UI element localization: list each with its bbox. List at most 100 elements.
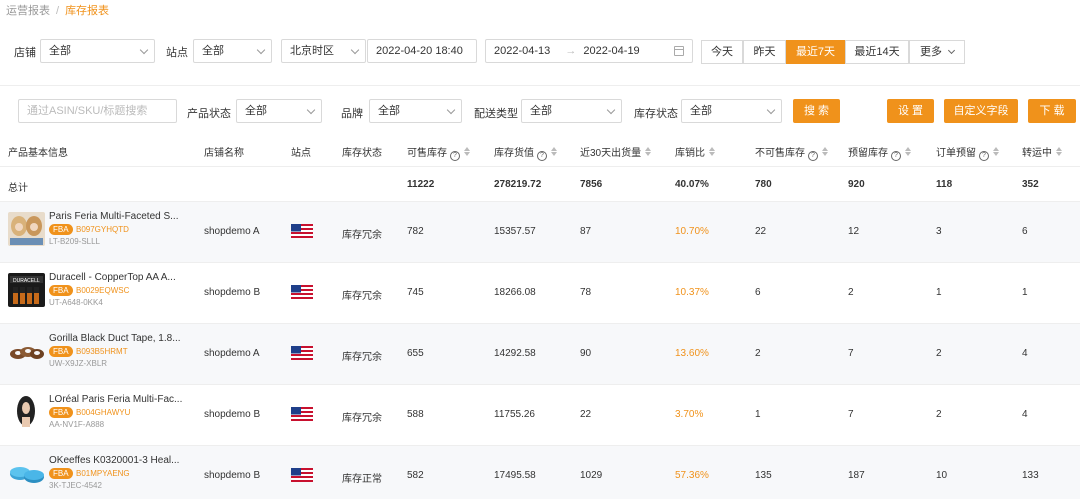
range-arrow: → — [565, 45, 577, 57]
custom-fields-button[interactable]: 自定义字段 — [944, 99, 1018, 123]
sku-text: LT-B209-SLLL — [49, 237, 100, 246]
asin-link[interactable]: B097GYHQTD — [76, 224, 129, 235]
download-button[interactable]: 下 载 — [1028, 99, 1076, 123]
brand-select[interactable]: 全部 — [369, 99, 462, 123]
th-transit[interactable]: 转运中 — [1022, 144, 1062, 159]
fba-badge: FBA — [49, 224, 73, 235]
help-icon[interactable]: ? — [891, 151, 901, 161]
total-sellable: 11222 — [407, 179, 435, 190]
product-name[interactable]: Gorilla Black Duct Tape, 1.8... — [49, 333, 189, 344]
shop-select[interactable]: 全部 — [40, 39, 155, 63]
search-button[interactable]: 搜 索 — [793, 99, 840, 123]
stock-value: 17495.58 — [494, 470, 536, 481]
hair-dye-icon[interactable] — [8, 212, 45, 246]
asin-link[interactable]: B004GHAWYU — [76, 407, 130, 418]
table-row[interactable]: OKeeffes K0320001-3 Heal... FBA B01MPYAE… — [0, 446, 1080, 499]
sort-icon[interactable] — [551, 147, 557, 156]
help-icon[interactable]: ? — [450, 151, 460, 161]
chevron-down-icon — [350, 45, 360, 55]
calendar-icon — [674, 46, 684, 56]
shop-name: shopdemo A — [204, 348, 260, 359]
hair-model-icon[interactable] — [8, 395, 45, 429]
product-status-select[interactable]: 全部 — [236, 99, 322, 123]
site-select[interactable]: 全部 — [193, 39, 272, 63]
asin-link[interactable]: B0029EQWSC — [76, 285, 129, 296]
th-product: 产品基本信息 — [8, 148, 68, 159]
stock-sales-ratio: 3.70% — [675, 409, 704, 420]
table-row[interactable]: DURACELL Duracell - CopperTop AA A... FB… — [0, 263, 1080, 324]
svg-text:DURACELL: DURACELL — [13, 278, 40, 284]
th-sales30[interactable]: 近30天出货量 — [580, 144, 652, 159]
total-value: 278219.72 — [494, 179, 542, 190]
sku-text: UT-A648-0KK4 — [49, 298, 103, 307]
table-header: 产品基本信息 店铺名称 站点 库存状态 可售库存? 库存货值? 近30天出货量 … — [0, 135, 1080, 167]
sort-icon[interactable] — [464, 147, 470, 156]
quick-more-label: 更多 — [920, 46, 942, 58]
datetime-input[interactable]: 2022-04-20 18:40 — [367, 39, 477, 63]
th-value[interactable]: 库存货值? — [494, 144, 557, 161]
quick-more-button[interactable]: 更多 — [909, 40, 965, 64]
stock-value: 11755.26 — [494, 409, 535, 420]
sku-text: 3K-TJEC-4542 — [49, 481, 102, 490]
sort-icon[interactable] — [645, 147, 652, 156]
sales-30d: 78 — [580, 287, 592, 298]
unsellable-qty: 6 — [755, 287, 761, 298]
settings-button[interactable]: 设 置 — [887, 99, 934, 123]
stock-sales-ratio: 10.70% — [675, 226, 709, 237]
table-total-row: 总计 11222 278219.72 7856 40.07% 780 920 1… — [0, 168, 1080, 202]
table-row[interactable]: LOréal Paris Feria Multi-Fac... FBA B004… — [0, 385, 1080, 446]
reserved-qty: 2 — [848, 287, 854, 298]
quick-yesterday-button[interactable]: 昨天 — [743, 40, 786, 64]
sales-30d: 87 — [580, 226, 592, 237]
sort-icon[interactable] — [1056, 147, 1062, 156]
product-name[interactable]: OKeeffes K0320001-3 Heal... — [49, 455, 189, 466]
th-ratio[interactable]: 库销比 — [675, 144, 715, 159]
quick-last7-button[interactable]: 最近7天 — [786, 40, 845, 64]
help-icon[interactable]: ? — [537, 151, 547, 161]
sort-icon[interactable] — [905, 147, 911, 156]
reserved-qty: 187 — [848, 470, 865, 481]
breadcrumb-separator: / — [56, 5, 60, 17]
table-row[interactable]: Paris Feria Multi-Faceted S... FBA B097G… — [0, 202, 1080, 263]
th-sellable-label: 可售库存 — [407, 148, 447, 159]
total-unsellable: 780 — [755, 179, 772, 190]
quick-last14-button[interactable]: 最近14天 — [845, 40, 909, 64]
asin-link[interactable]: B093B5HRMT — [76, 346, 128, 357]
site-label: 站点 — [166, 47, 188, 59]
table-row[interactable]: Gorilla Black Duct Tape, 1.8... FBA B093… — [0, 324, 1080, 385]
asin-link[interactable]: B01MPYAENG — [76, 468, 130, 479]
stock-status: 库存正常 — [342, 474, 382, 485]
product-name[interactable]: LOréal Paris Feria Multi-Fac... — [49, 394, 189, 405]
sort-icon[interactable] — [709, 147, 715, 156]
sort-icon[interactable] — [993, 147, 999, 156]
tape-icon[interactable] — [8, 334, 45, 368]
sales-30d: 90 — [580, 348, 592, 359]
stock-status: 库存冗余 — [342, 291, 382, 302]
search-input[interactable]: 通过ASIN/SKU/标题搜索 — [18, 99, 177, 123]
product-name[interactable]: Duracell - CopperTop AA A... — [49, 272, 189, 283]
product-name[interactable]: Paris Feria Multi-Faceted S... — [49, 211, 189, 222]
th-unsellable[interactable]: 不可售库存? — [755, 144, 828, 161]
th-order-reserved[interactable]: 订单预留? — [936, 144, 999, 161]
help-icon[interactable]: ? — [808, 151, 818, 161]
stock-status-value: 全部 — [690, 105, 712, 117]
chevron-down-icon — [256, 45, 266, 55]
shop-name: shopdemo B — [204, 287, 261, 298]
cream-tin-icon[interactable] — [8, 456, 45, 490]
fba-badge: FBA — [49, 407, 73, 418]
us-flag-icon — [291, 346, 313, 360]
sort-icon[interactable] — [822, 147, 828, 156]
help-icon[interactable]: ? — [979, 151, 989, 161]
th-reserved[interactable]: 预留库存? — [848, 144, 911, 161]
date-range-picker[interactable]: 2022-04-13 → 2022-04-19 — [485, 39, 693, 63]
th-sellable[interactable]: 可售库存? — [407, 144, 470, 161]
quick-today-button[interactable]: 今天 — [701, 40, 743, 64]
sku-text: UW-X9JZ-XBLR — [49, 359, 108, 368]
timezone-select[interactable]: 北京时区 — [281, 39, 366, 63]
breadcrumb-parent[interactable]: 运营报表 — [6, 5, 50, 17]
ship-type-select[interactable]: 全部 — [521, 99, 622, 123]
stock-value: 15357.57 — [494, 226, 536, 237]
battery-icon[interactable]: DURACELL — [8, 273, 45, 307]
us-flag-icon — [291, 468, 313, 482]
stock-status-select[interactable]: 全部 — [681, 99, 782, 123]
